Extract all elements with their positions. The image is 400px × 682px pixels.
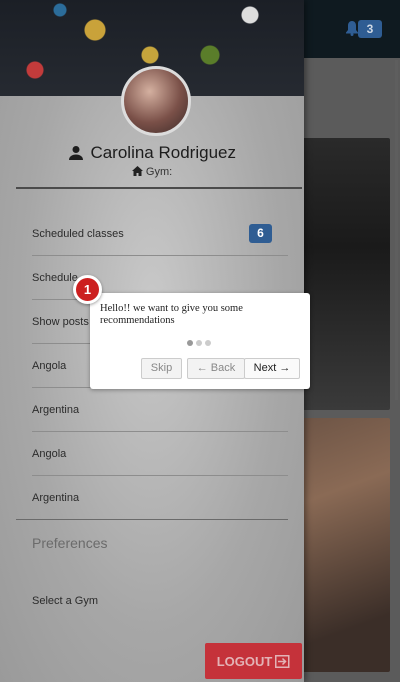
menu-item-select-gym[interactable]: Select a Gym xyxy=(32,595,288,607)
menu-item-argentina[interactable]: Argentina xyxy=(32,404,288,416)
user-name: Carolina Rodriguez xyxy=(90,143,236,162)
post-image-card xyxy=(300,138,390,410)
divider xyxy=(16,519,288,520)
tour-back-button[interactable]: ← Back xyxy=(187,358,245,379)
user-profile: Carolina Rodriguez xyxy=(0,143,304,163)
tour-message: Hello!! we want to give you some recomme… xyxy=(100,303,243,326)
divider xyxy=(32,255,288,256)
tour-popup: Hello!! we want to give you some recomme… xyxy=(90,293,310,389)
logout-icon xyxy=(275,654,290,668)
bell-icon[interactable] xyxy=(345,20,359,36)
scrollbar[interactable] xyxy=(395,60,398,400)
divider xyxy=(32,475,288,476)
tour-progress-dots xyxy=(187,340,211,346)
divider xyxy=(32,431,288,432)
tour-dot xyxy=(205,340,211,346)
menu-item-argentina[interactable]: Argentina xyxy=(32,492,288,504)
gym-label: Gym: xyxy=(145,166,173,178)
post-image-card xyxy=(300,418,390,672)
scheduled-classes-count-badge: 6 xyxy=(249,224,272,243)
logout-label: LOGOUT xyxy=(216,653,273,669)
logout-button[interactable]: LOGOUT xyxy=(205,643,302,679)
tour-next-button[interactable]: Next → xyxy=(244,358,300,379)
user-icon xyxy=(69,146,83,160)
notification-count-badge[interactable]: 3 xyxy=(358,20,382,38)
gym-info: Gym: xyxy=(0,166,304,178)
menu-item-schedule[interactable]: Schedule xyxy=(32,272,288,284)
home-icon xyxy=(131,166,143,176)
tour-dot xyxy=(196,340,202,346)
menu-item-angola[interactable]: Angola xyxy=(32,448,288,460)
avatar xyxy=(121,66,191,136)
tour-step-marker: 1 xyxy=(73,275,102,304)
tour-dot xyxy=(187,340,193,346)
divider xyxy=(16,187,302,189)
tour-skip-button[interactable]: Skip xyxy=(141,358,182,379)
preferences-heading: Preferences xyxy=(32,535,108,551)
